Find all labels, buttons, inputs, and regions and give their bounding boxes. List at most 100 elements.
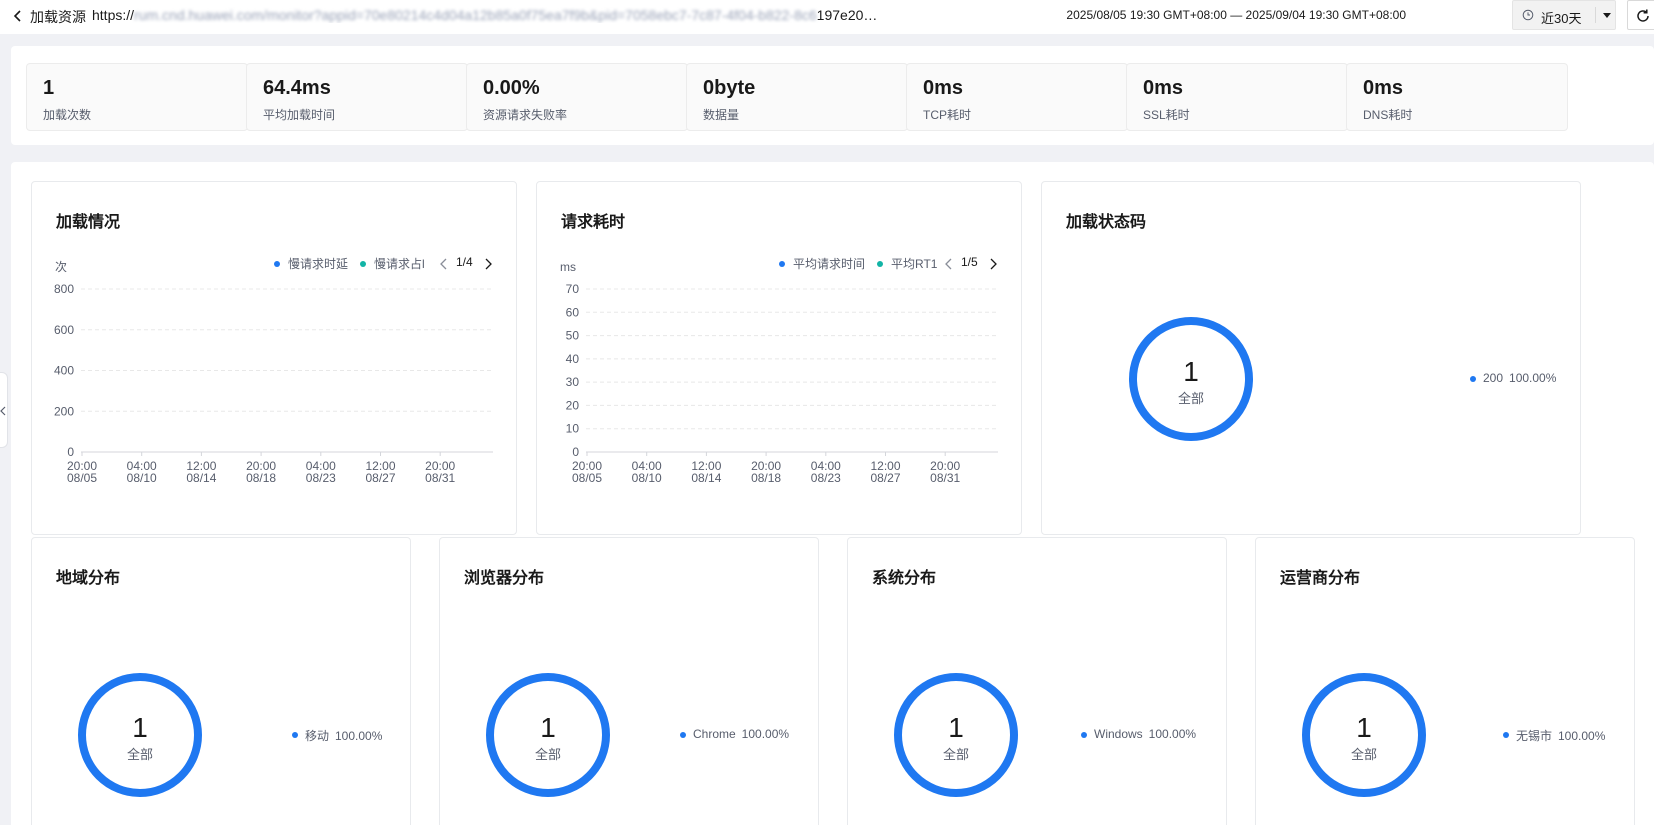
os-distribution-card: 系统分布 1 全部 Windows 100.00% — [847, 537, 1227, 825]
donut-center-label: 全部 — [942, 747, 969, 762]
stat-card-failure-rate: 0.00% 资源请求失败率 — [466, 63, 688, 131]
stat-value: 0.00% — [483, 77, 540, 99]
refresh-icon — [1637, 9, 1649, 22]
stat-card-load-count: 1 加载次数 — [26, 63, 248, 131]
select-divider — [1595, 7, 1596, 23]
collapse-handle[interactable] — [0, 372, 8, 448]
x-tick-label: 08/27 — [365, 471, 395, 485]
donut-center-value: 1 — [1356, 712, 1372, 743]
x-tick-label: 08/10 — [127, 471, 157, 485]
url-prefix: https:// — [92, 7, 135, 23]
stat-label: 资源请求失败率 — [483, 108, 568, 122]
donut-chart — [1129, 317, 1253, 441]
y-tick-label: 30 — [566, 375, 580, 389]
time-range-label: 近30天 — [1541, 11, 1582, 26]
y-tick-label: 0 — [572, 445, 579, 459]
stats-panel: 1 加载次数 64.4ms 平均加载时间 0.00% 资源请求失败率 0byte… — [11, 46, 1654, 145]
stat-label: 加载次数 — [43, 108, 92, 122]
refresh-button[interactable] — [1627, 0, 1654, 30]
y-tick-label: 400 — [54, 364, 74, 378]
stat-card-tcp-time: 0ms TCP耗时 — [906, 63, 1128, 131]
donut-center-label: 全部 — [1350, 747, 1377, 762]
x-tick-label: 08/05 — [572, 471, 602, 485]
x-tick-label: 08/18 — [246, 471, 276, 485]
y-axis-label: ms — [560, 260, 576, 274]
x-tick-label: 08/18 — [751, 471, 781, 485]
carrier-distribution-card: 运营商分布 1 全部 无锡市 100.00% — [1255, 537, 1635, 825]
y-tick-label: 10 — [566, 422, 580, 436]
main-panel: 加载情况 慢请求时延 慢请求占l 1/4 次 0 200 400 600 800 20:00… — [11, 162, 1654, 825]
request-time-line-chart: ms01020304050607020:0008/0504:0008/1012:… — [560, 260, 998, 485]
x-tick-label: 08/14 — [186, 471, 216, 485]
legend-label: 200 100.00% — [1483, 371, 1557, 385]
y-tick-label: 0 — [67, 445, 74, 459]
donut-center-value: 1 — [1183, 356, 1199, 387]
top-bar: 加载资源 https://rum.cnd.huawei.com/monitor?… — [0, 0, 1654, 34]
status-code-card: 加载状态码 1 全部 200 100.00% — [1041, 181, 1581, 535]
stat-card-avg-load-time: 64.4ms 平均加载时间 — [246, 63, 468, 131]
region-distribution-card: 地域分布 1 全部 移动 100.00% — [31, 537, 411, 825]
x-tick-label: 08/23 — [306, 471, 336, 485]
y-tick-label: 60 — [566, 305, 580, 319]
legend-label: Windows 100.00% — [1094, 727, 1197, 741]
donut-center-value: 1 — [132, 712, 148, 743]
legend-label: 移动 100.00% — [305, 729, 383, 743]
donut-chart — [78, 673, 202, 797]
stat-label: 平均加载时间 — [263, 108, 336, 122]
donut-chart — [894, 673, 1018, 797]
request-time-chart-card: 请求耗时 平均请求时间 平均RT1 1/5 ms 0 10 20 30 40 50 60 70 2… — [536, 181, 1022, 535]
x-tick-label: 08/23 — [811, 471, 841, 485]
x-tick-label: 08/31 — [425, 471, 455, 485]
donut-chart — [486, 673, 610, 797]
donut-chart — [1302, 673, 1426, 797]
stat-label: TCP耗时 — [923, 108, 972, 122]
x-tick-label: 08/05 — [67, 471, 97, 485]
url-masked: rum.cnd.huawei.com/monitor?appid=70e8021… — [134, 7, 817, 23]
donut-center-label: 全部 — [126, 747, 153, 762]
url-suffix: 197e20… — [816, 7, 878, 23]
donut-center-label: 全部 — [534, 747, 561, 762]
stat-label: DNS耗时 — [1363, 108, 1413, 122]
stat-value: 0ms — [1143, 77, 1184, 99]
legend-label: Chrome 100.00% — [693, 727, 790, 741]
stat-card-dns-time: 0ms DNS耗时 — [1346, 63, 1568, 131]
resource-url: https://rum.cnd.huawei.com/monitor?appid… — [92, 7, 892, 23]
time-range-select[interactable]: 近30天 — [1512, 0, 1616, 30]
y-tick-label: 20 — [566, 398, 580, 412]
page-title: 加载资源 — [30, 9, 86, 25]
x-tick-label: 08/31 — [930, 471, 960, 485]
donut-center-value: 1 — [948, 712, 964, 743]
stat-value: 64.4ms — [263, 77, 331, 99]
legend-dot — [292, 732, 298, 738]
x-tick-label: 08/10 — [632, 471, 662, 485]
y-tick-label: 50 — [566, 329, 580, 343]
legend-dot — [680, 732, 686, 738]
clock-icon — [1522, 9, 1534, 21]
legend-dot — [1470, 376, 1476, 382]
donut-center-label: 全部 — [1177, 391, 1204, 406]
y-tick-label: 70 — [566, 282, 580, 296]
stat-label: 数据量 — [703, 108, 740, 122]
legend-dot — [1503, 732, 1509, 738]
legend-label: 无锡市 100.00% — [1516, 729, 1606, 743]
browser-distribution-card: 浏览器分布 1 全部 Chrome 100.00% — [439, 537, 819, 825]
caret-down-icon[interactable] — [1602, 12, 1612, 19]
x-tick-label: 08/27 — [870, 471, 900, 485]
y-axis-label: 次 — [55, 260, 67, 274]
y-tick-label: 800 — [54, 282, 74, 296]
back-icon[interactable] — [10, 7, 26, 25]
date-range-text: 2025/08/05 19:30 GMT+08:00 — 2025/09/04 … — [1066, 8, 1406, 22]
stat-value: 0ms — [923, 77, 964, 99]
stat-label: SSL耗时 — [1143, 108, 1190, 122]
stat-value: 1 — [43, 77, 55, 99]
y-tick-label: 200 — [54, 404, 74, 418]
load-line-chart: 次020040060080020:0008/0504:0008/1012:000… — [54, 260, 493, 485]
chevron-left-icon — [0, 406, 6, 416]
y-tick-label: 600 — [54, 323, 74, 337]
load-chart-card: 加载情况 慢请求时延 慢请求占l 1/4 次 0 200 400 600 800 20:00… — [31, 181, 517, 535]
stat-card-ssl-time: 0ms SSL耗时 — [1126, 63, 1348, 131]
donut-center-value: 1 — [540, 712, 556, 743]
stat-value: 0byte — [703, 77, 756, 99]
x-tick-label: 08/14 — [691, 471, 721, 485]
legend-dot — [1081, 732, 1087, 738]
